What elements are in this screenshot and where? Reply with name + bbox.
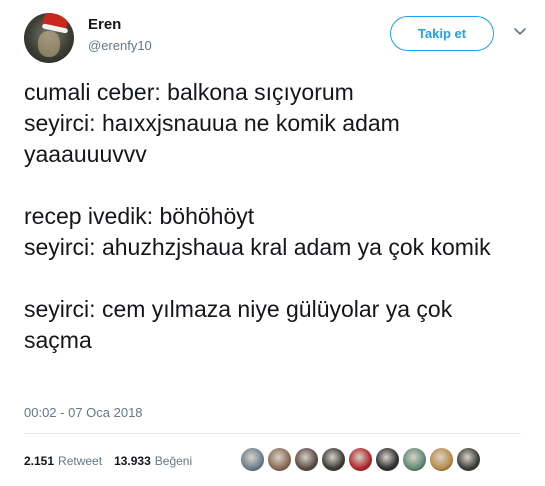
liker-avatar[interactable] bbox=[294, 447, 319, 472]
author-handle[interactable]: @erenfy10 bbox=[88, 38, 152, 53]
liker-avatar[interactable] bbox=[348, 447, 373, 472]
liker-avatar[interactable] bbox=[456, 447, 481, 472]
chevron-down-icon[interactable] bbox=[512, 23, 528, 39]
author-avatar[interactable] bbox=[24, 13, 74, 63]
like-label: Beğeni bbox=[154, 454, 193, 468]
retweet-label: Retweet bbox=[58, 454, 103, 468]
tweet-timestamp[interactable]: 00:02 - 07 Oca 2018 bbox=[24, 405, 143, 420]
liker-avatar[interactable] bbox=[402, 447, 427, 472]
liker-avatar[interactable] bbox=[240, 447, 265, 472]
tweet-stats: 2.151 Retweet 13.933 Beğeni bbox=[24, 454, 192, 468]
liker-avatar[interactable] bbox=[375, 447, 400, 472]
liker-avatar[interactable] bbox=[429, 447, 454, 472]
liker-avatar[interactable] bbox=[321, 447, 346, 472]
avatar-face bbox=[38, 31, 60, 57]
tweet-text: cumali ceber: balkona sıçıyorum seyirci:… bbox=[24, 79, 491, 353]
author-name[interactable]: Eren bbox=[88, 16, 121, 33]
like-stat[interactable]: 13.933 Beğeni bbox=[114, 454, 192, 468]
divider bbox=[24, 433, 521, 434]
tweet-header: Eren @erenfy10 Takip et bbox=[24, 13, 529, 63]
liker-avatar[interactable] bbox=[267, 447, 292, 472]
retweet-count: 2.151 bbox=[24, 454, 55, 468]
like-count: 13.933 bbox=[114, 454, 151, 468]
follow-button[interactable]: Takip et bbox=[390, 16, 494, 51]
retweet-stat[interactable]: 2.151 Retweet bbox=[24, 454, 102, 468]
liker-avatars bbox=[240, 447, 481, 472]
